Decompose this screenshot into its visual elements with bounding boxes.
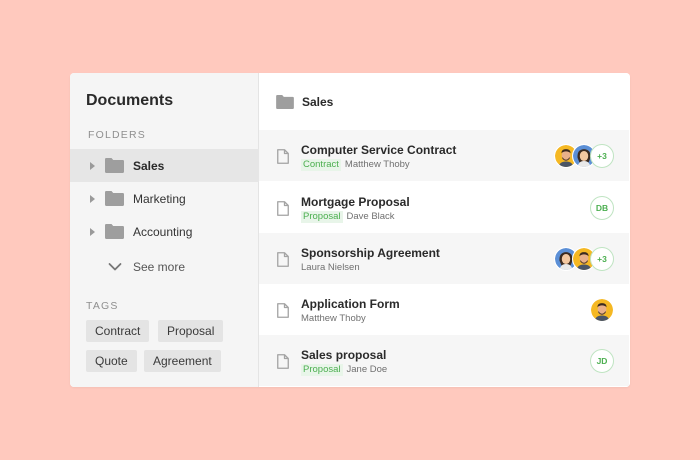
see-more-button[interactable]: See more xyxy=(108,258,185,276)
sidebar-folder-sales[interactable]: Sales xyxy=(70,149,259,182)
tag-proposal[interactable]: Proposal xyxy=(158,320,224,342)
document-meta: Proposal Jane Doe xyxy=(301,364,387,376)
document-tag: Proposal xyxy=(301,364,343,376)
document-row[interactable]: Computer Service Contract Contract Matth… xyxy=(259,130,629,181)
more-collaborators-badge[interactable]: +3 xyxy=(590,247,614,271)
document-owner: Laura Nielsen xyxy=(301,262,360,273)
folder-icon xyxy=(105,158,124,173)
folder-icon xyxy=(105,224,124,239)
document-row[interactable]: Mortgage Proposal Proposal Dave Black DB xyxy=(259,182,629,233)
sidebar-folder-accounting[interactable]: Accounting xyxy=(70,215,259,248)
app-title: Documents xyxy=(86,92,174,109)
folder-icon xyxy=(276,95,294,109)
collaborator-avatars: JD xyxy=(590,349,614,373)
folder-icon xyxy=(105,191,124,206)
sidebar-folder-marketing[interactable]: Marketing xyxy=(70,182,259,215)
document-title: Application Form xyxy=(301,297,400,311)
document-icon xyxy=(277,354,289,369)
caret-right-icon[interactable] xyxy=(90,194,95,203)
document-row[interactable]: Sponsorship Agreement Laura Nielsen +3 xyxy=(259,233,629,284)
document-meta: Proposal Dave Black xyxy=(301,211,395,223)
document-tag: Proposal xyxy=(301,211,343,223)
document-icon xyxy=(277,303,289,318)
man-avatar[interactable] xyxy=(590,298,614,322)
folder-label: Sales xyxy=(133,158,165,173)
document-owner: Matthew Thoby xyxy=(344,159,410,170)
collaborator-avatars xyxy=(590,298,614,322)
document-icon xyxy=(277,201,289,216)
document-list-panel: Sales Computer Service Contract Contract… xyxy=(259,73,630,387)
document-owner: Dave Black xyxy=(346,211,395,222)
folder-label: Accounting xyxy=(133,224,193,239)
chevron-down-icon xyxy=(108,263,122,271)
folders-section-label: FOLDERS xyxy=(88,129,146,141)
sidebar: Documents FOLDERS Sales Marketing Accoun… xyxy=(70,73,259,387)
tag-contract[interactable]: Contract xyxy=(86,320,150,342)
collaborator-avatars: +3 xyxy=(554,247,614,271)
document-icon xyxy=(277,149,289,164)
document-meta: Contract Matthew Thoby xyxy=(301,159,410,171)
document-owner: Matthew Thoby xyxy=(301,313,366,324)
folder-label: Marketing xyxy=(133,191,186,206)
current-folder-header: Sales xyxy=(276,93,333,111)
document-meta: Matthew Thoby xyxy=(301,313,366,325)
document-title: Computer Service Contract xyxy=(301,143,457,157)
document-title: Sponsorship Agreement xyxy=(301,246,440,260)
collaborator-avatars: DB xyxy=(590,196,614,220)
initials-avatar[interactable]: DB xyxy=(590,196,614,220)
collaborator-avatars: +3 xyxy=(554,144,614,168)
documents-card: Documents FOLDERS Sales Marketing Accoun… xyxy=(70,73,630,387)
caret-right-icon[interactable] xyxy=(90,161,95,170)
document-row[interactable]: Application Form Matthew Thoby xyxy=(259,284,629,335)
caret-right-icon[interactable] xyxy=(90,227,95,236)
initials-avatar[interactable]: JD xyxy=(590,349,614,373)
document-title: Sales proposal xyxy=(301,348,387,362)
tags-section-label: TAGS xyxy=(86,300,119,312)
document-title: Mortgage Proposal xyxy=(301,195,410,209)
tag-agreement[interactable]: Agreement xyxy=(144,350,221,372)
more-collaborators-badge[interactable]: +3 xyxy=(590,144,614,168)
man-avatar-icon xyxy=(591,299,613,321)
tag-quote[interactable]: Quote xyxy=(86,350,137,372)
see-more-label: See more xyxy=(133,260,186,274)
document-owner: Jane Doe xyxy=(346,364,388,375)
current-folder-title: Sales xyxy=(302,95,334,109)
document-meta: Laura Nielsen xyxy=(301,262,360,274)
document-tag: Contract xyxy=(301,159,341,171)
document-icon xyxy=(277,252,289,267)
document-row[interactable]: Sales proposal Proposal Jane Doe JD xyxy=(259,335,629,386)
